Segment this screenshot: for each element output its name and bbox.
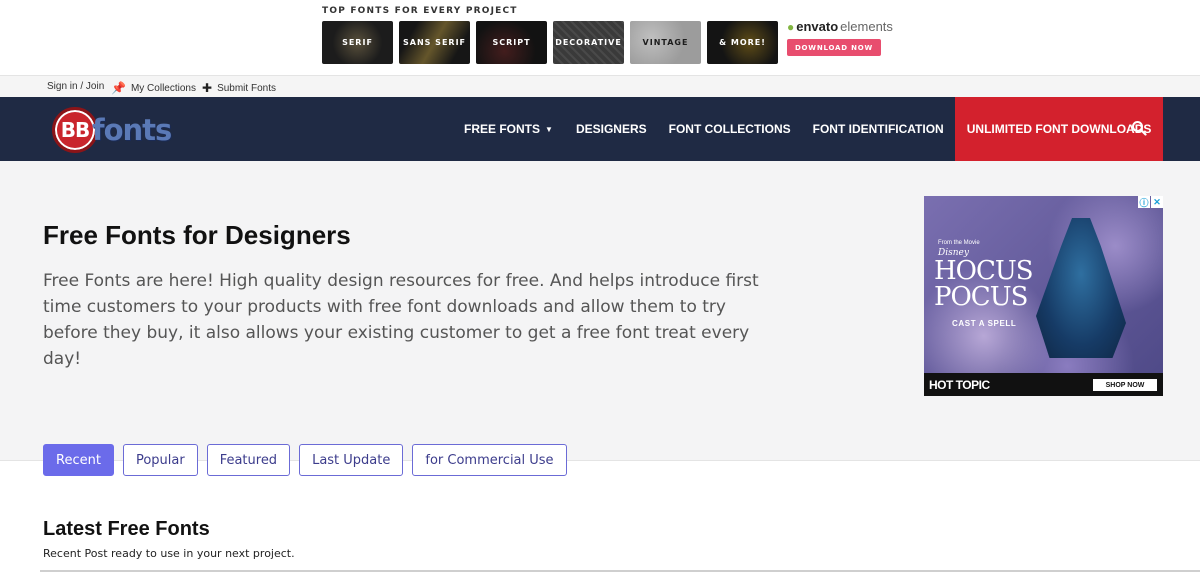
tab-recent[interactable]: Recent (43, 444, 114, 476)
leaf-icon: ● (787, 19, 795, 34)
promo-banner[interactable]: TOP FONTS FOR EVERY PROJECT SERIF SANS S… (0, 0, 1200, 75)
close-icon[interactable]: ✕ (1151, 196, 1163, 208)
nav-item-designers[interactable]: DESIGNERS (576, 97, 647, 161)
search-icon[interactable] (1131, 120, 1147, 136)
ad-choices[interactable]: ⓘ ✕ (1138, 196, 1163, 208)
nav-item-free-fonts[interactable]: FREE FONTS ▼ (464, 97, 553, 161)
promo-tile-sans-serif[interactable]: SANS SERIF (399, 21, 470, 64)
ad-subtitle: CAST A SPELL (952, 319, 1017, 328)
logo-text: fonts (92, 112, 172, 147)
nav-item-font-identification[interactable]: FONT IDENTIFICATION (813, 97, 944, 161)
filter-tabs: Recent Popular Featured Last Update for … (43, 444, 567, 476)
my-collections-link[interactable]: 📌 My Collections (111, 81, 196, 95)
chevron-down-icon: ▼ (545, 124, 553, 134)
main-nav: BB fonts FREE FONTS ▼ DESIGNERS FONT COL… (0, 97, 1200, 161)
page-title: Free Fonts for Designers (43, 220, 351, 250)
ad-title: HOCUS POCUS (934, 256, 1034, 312)
ad-shop-now-button[interactable]: SHOP NOW (1093, 379, 1157, 391)
promo-tile-script[interactable]: SCRIPT (476, 21, 547, 64)
info-icon[interactable]: ⓘ (1138, 196, 1150, 208)
utility-bar: Sign in / Join 📌 My Collections ✚ Submit… (0, 75, 1200, 97)
section-title: Latest Free Fonts (43, 518, 210, 540)
section-subtitle: Recent Post ready to use in your next pr… (43, 547, 295, 560)
download-now-button[interactable]: DOWNLOAD NOW (787, 39, 881, 56)
envato-promo[interactable]: ● envato elements DOWNLOAD NOW (787, 19, 893, 56)
nav-item-font-collections[interactable]: FONT COLLECTIONS (669, 97, 791, 161)
promo-tile-serif[interactable]: SERIF (322, 21, 393, 64)
ad-brand: HOT TOPIC (929, 378, 990, 392)
submit-fonts-link[interactable]: ✚ Submit Fonts (202, 81, 276, 95)
promo-tiles: SERIF SANS SERIF SCRIPT DECORATIVE VINTA… (322, 21, 778, 64)
tab-popular[interactable]: Popular (122, 444, 198, 476)
tab-featured[interactable]: Featured (206, 444, 291, 476)
ad-tagline: From the Movie (938, 240, 980, 246)
promo-title: TOP FONTS FOR EVERY PROJECT (322, 6, 518, 16)
signin-link[interactable]: Sign in / Join (47, 81, 104, 92)
ad-footer: HOT TOPIC SHOP NOW (924, 373, 1163, 396)
tab-last-update[interactable]: Last Update (299, 444, 404, 476)
hero-description: Free Fonts are here! High quality design… (43, 271, 759, 369)
pin-icon: 📌 (111, 81, 126, 95)
envato-logo: ● envato elements (787, 19, 893, 34)
plus-icon: ✚ (202, 81, 213, 95)
promo-tile-decorative[interactable]: DECORATIVE (553, 21, 624, 64)
promo-tile-vintage[interactable]: VINTAGE (630, 21, 701, 64)
tab-commercial-use[interactable]: for Commercial Use (412, 444, 567, 476)
site-logo[interactable]: BB fonts (52, 106, 172, 153)
promo-tile-more[interactable]: & MORE! (707, 21, 778, 64)
nav-menu: FREE FONTS ▼ DESIGNERS FONT COLLECTIONS … (464, 97, 1164, 161)
advertisement[interactable]: From the Movie Disney HOCUS POCUS CAST A… (924, 196, 1163, 396)
